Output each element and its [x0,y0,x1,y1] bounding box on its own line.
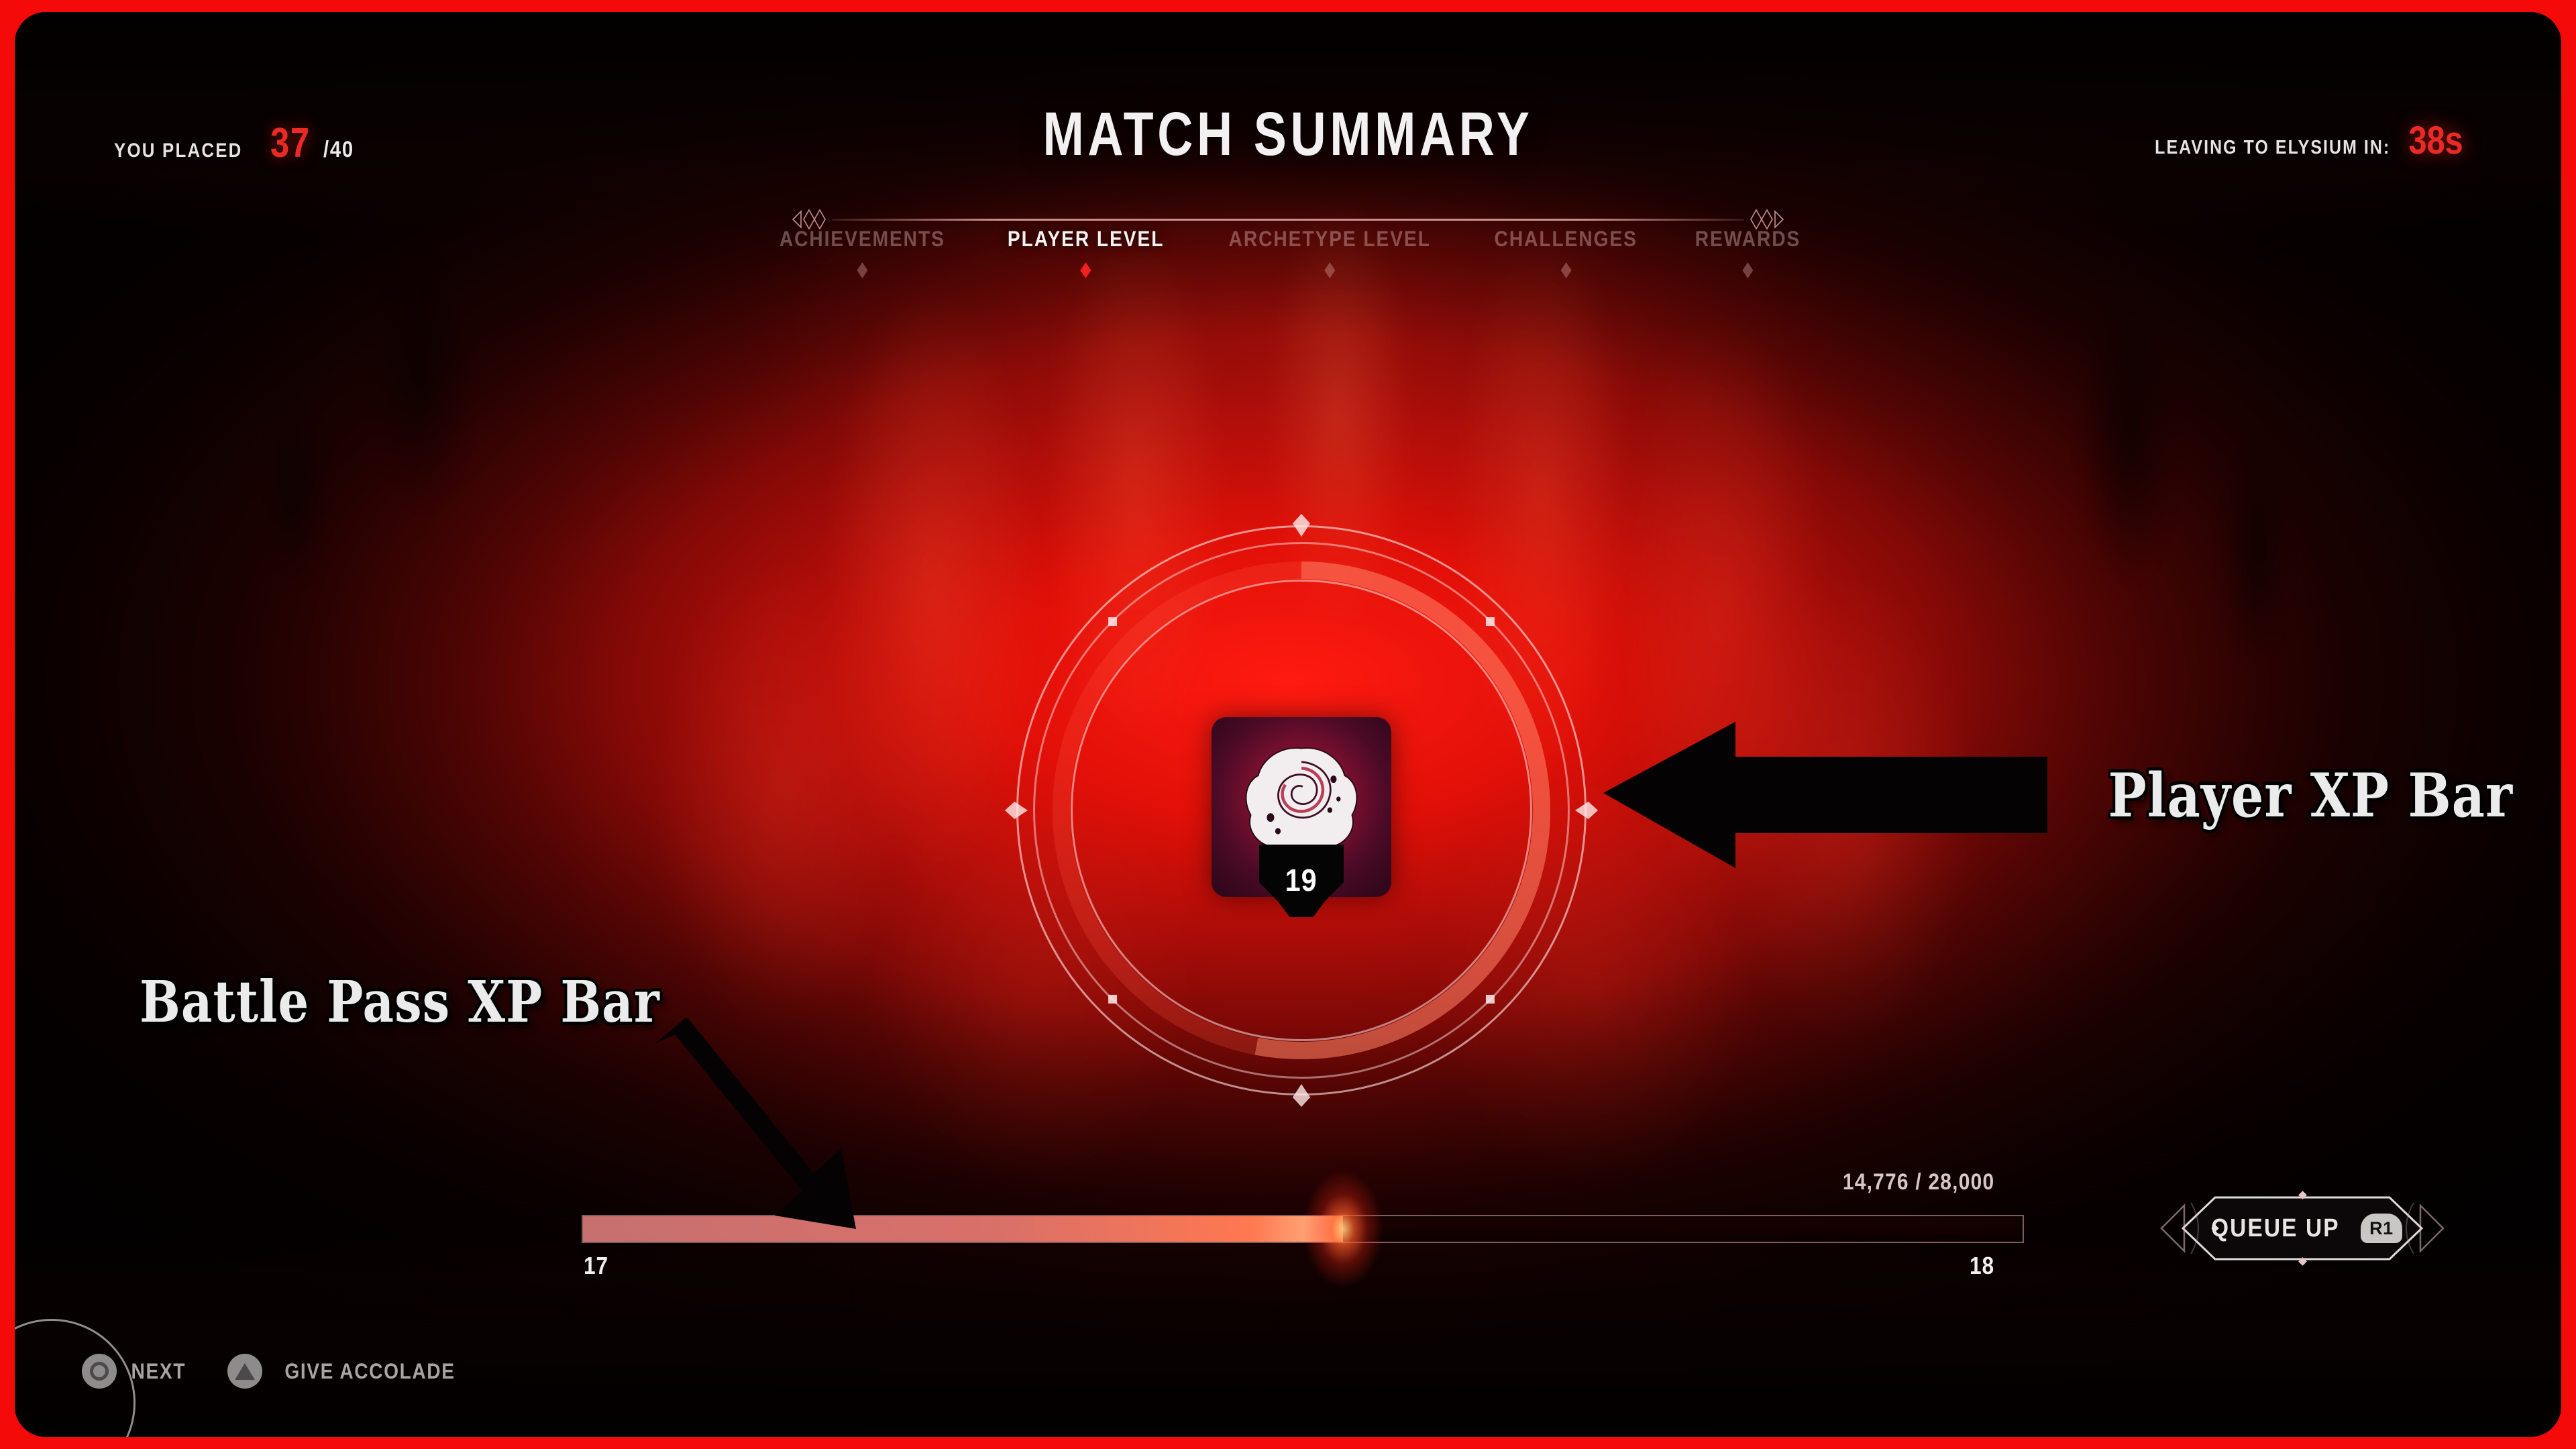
tab-label: REWARDS [1695,227,1801,251]
tab-label: ARCHETYPE LEVEL [1228,227,1431,251]
tab-diamond-icon [1742,262,1754,278]
tab-diamond-icon [1080,262,1091,278]
divider-rule [832,218,1744,221]
battle-pass-level-to: 18 [1969,1252,1994,1279]
playstation-circle-icon [82,1354,117,1389]
timer-label: LEAVING TO ELYSIUM IN: [2155,137,2391,158]
recording-border-frame: YOU PLACED 37 /40 MATCH SUMMARY LEAVING … [0,0,2576,1449]
annotation-battle-pass-xp-bar-text: Battle Pass XP Bar [140,968,660,1036]
player-level-value: 19 [1285,863,1318,898]
placement-label: YOU PLACED [114,140,243,162]
page-title: MATCH SUMMARY [1042,100,1534,168]
prompt-give-accolade-label: GIVE ACCOLADE [284,1358,455,1383]
prompt-give-accolade[interactable]: GIVE ACCOLADE [227,1354,467,1389]
elysium-timer: LEAVING TO ELYSIUM IN: 38s [2116,118,2463,163]
footer-button-prompts: NEXT GIVE ACCOLADE [82,1354,466,1389]
background-bottom-fade [15,1236,2561,1437]
ring-node-nw [1108,994,1118,1004]
ring-node-sw [1108,617,1118,627]
annotation-arrow-left [1603,722,2047,868]
prompt-next[interactable]: NEXT [82,1354,190,1389]
queue-up-key-hint: R1 [2360,1214,2402,1243]
tab-diamond-icon [857,262,868,278]
summary-tab-bar: ACHIEVEMENTS PLAYER LEVEL ARCHETYPE LEVE… [15,227,2561,278]
annotation-arrow-down-right [655,1018,856,1229]
tab-challenges[interactable]: CHALLENGES [1464,227,1667,278]
tab-achievements[interactable]: ACHIEVEMENTS [748,227,977,278]
tab-label: ACHIEVEMENTS [779,227,945,251]
game-screen: YOU PLACED 37 /40 MATCH SUMMARY LEAVING … [15,12,2561,1437]
timer-value: 38s [2408,119,2463,162]
prompt-next-label: NEXT [131,1358,186,1383]
tab-diamond-icon [1560,262,1572,278]
battle-pass-xp-readout: 14,776 / 28,000 [1842,1169,1994,1195]
tab-player-level[interactable]: PLAYER LEVEL [977,227,1195,278]
ring-node-se [1485,994,1495,1004]
queue-up-button[interactable]: QUEUE UP R1 [2141,1191,2463,1266]
battle-pass-level-from: 17 [584,1252,609,1279]
tab-label: PLAYER LEVEL [1007,227,1165,251]
tab-label: CHALLENGES [1494,227,1638,251]
ring-node-ne [1485,617,1495,627]
tab-diamond-icon [1324,262,1336,278]
player-avatar[interactable]: 19 [1212,717,1391,917]
tab-rewards[interactable]: REWARDS [1668,227,1828,278]
queue-up-label: QUEUE UP [2211,1214,2340,1242]
playstation-triangle-icon [227,1354,262,1389]
tab-archetype-level[interactable]: ARCHETYPE LEVEL [1195,227,1464,278]
white-rose-emblem-icon [1245,747,1358,855]
annotation-player-xp-bar-text: Player XP Bar [2108,760,2513,831]
